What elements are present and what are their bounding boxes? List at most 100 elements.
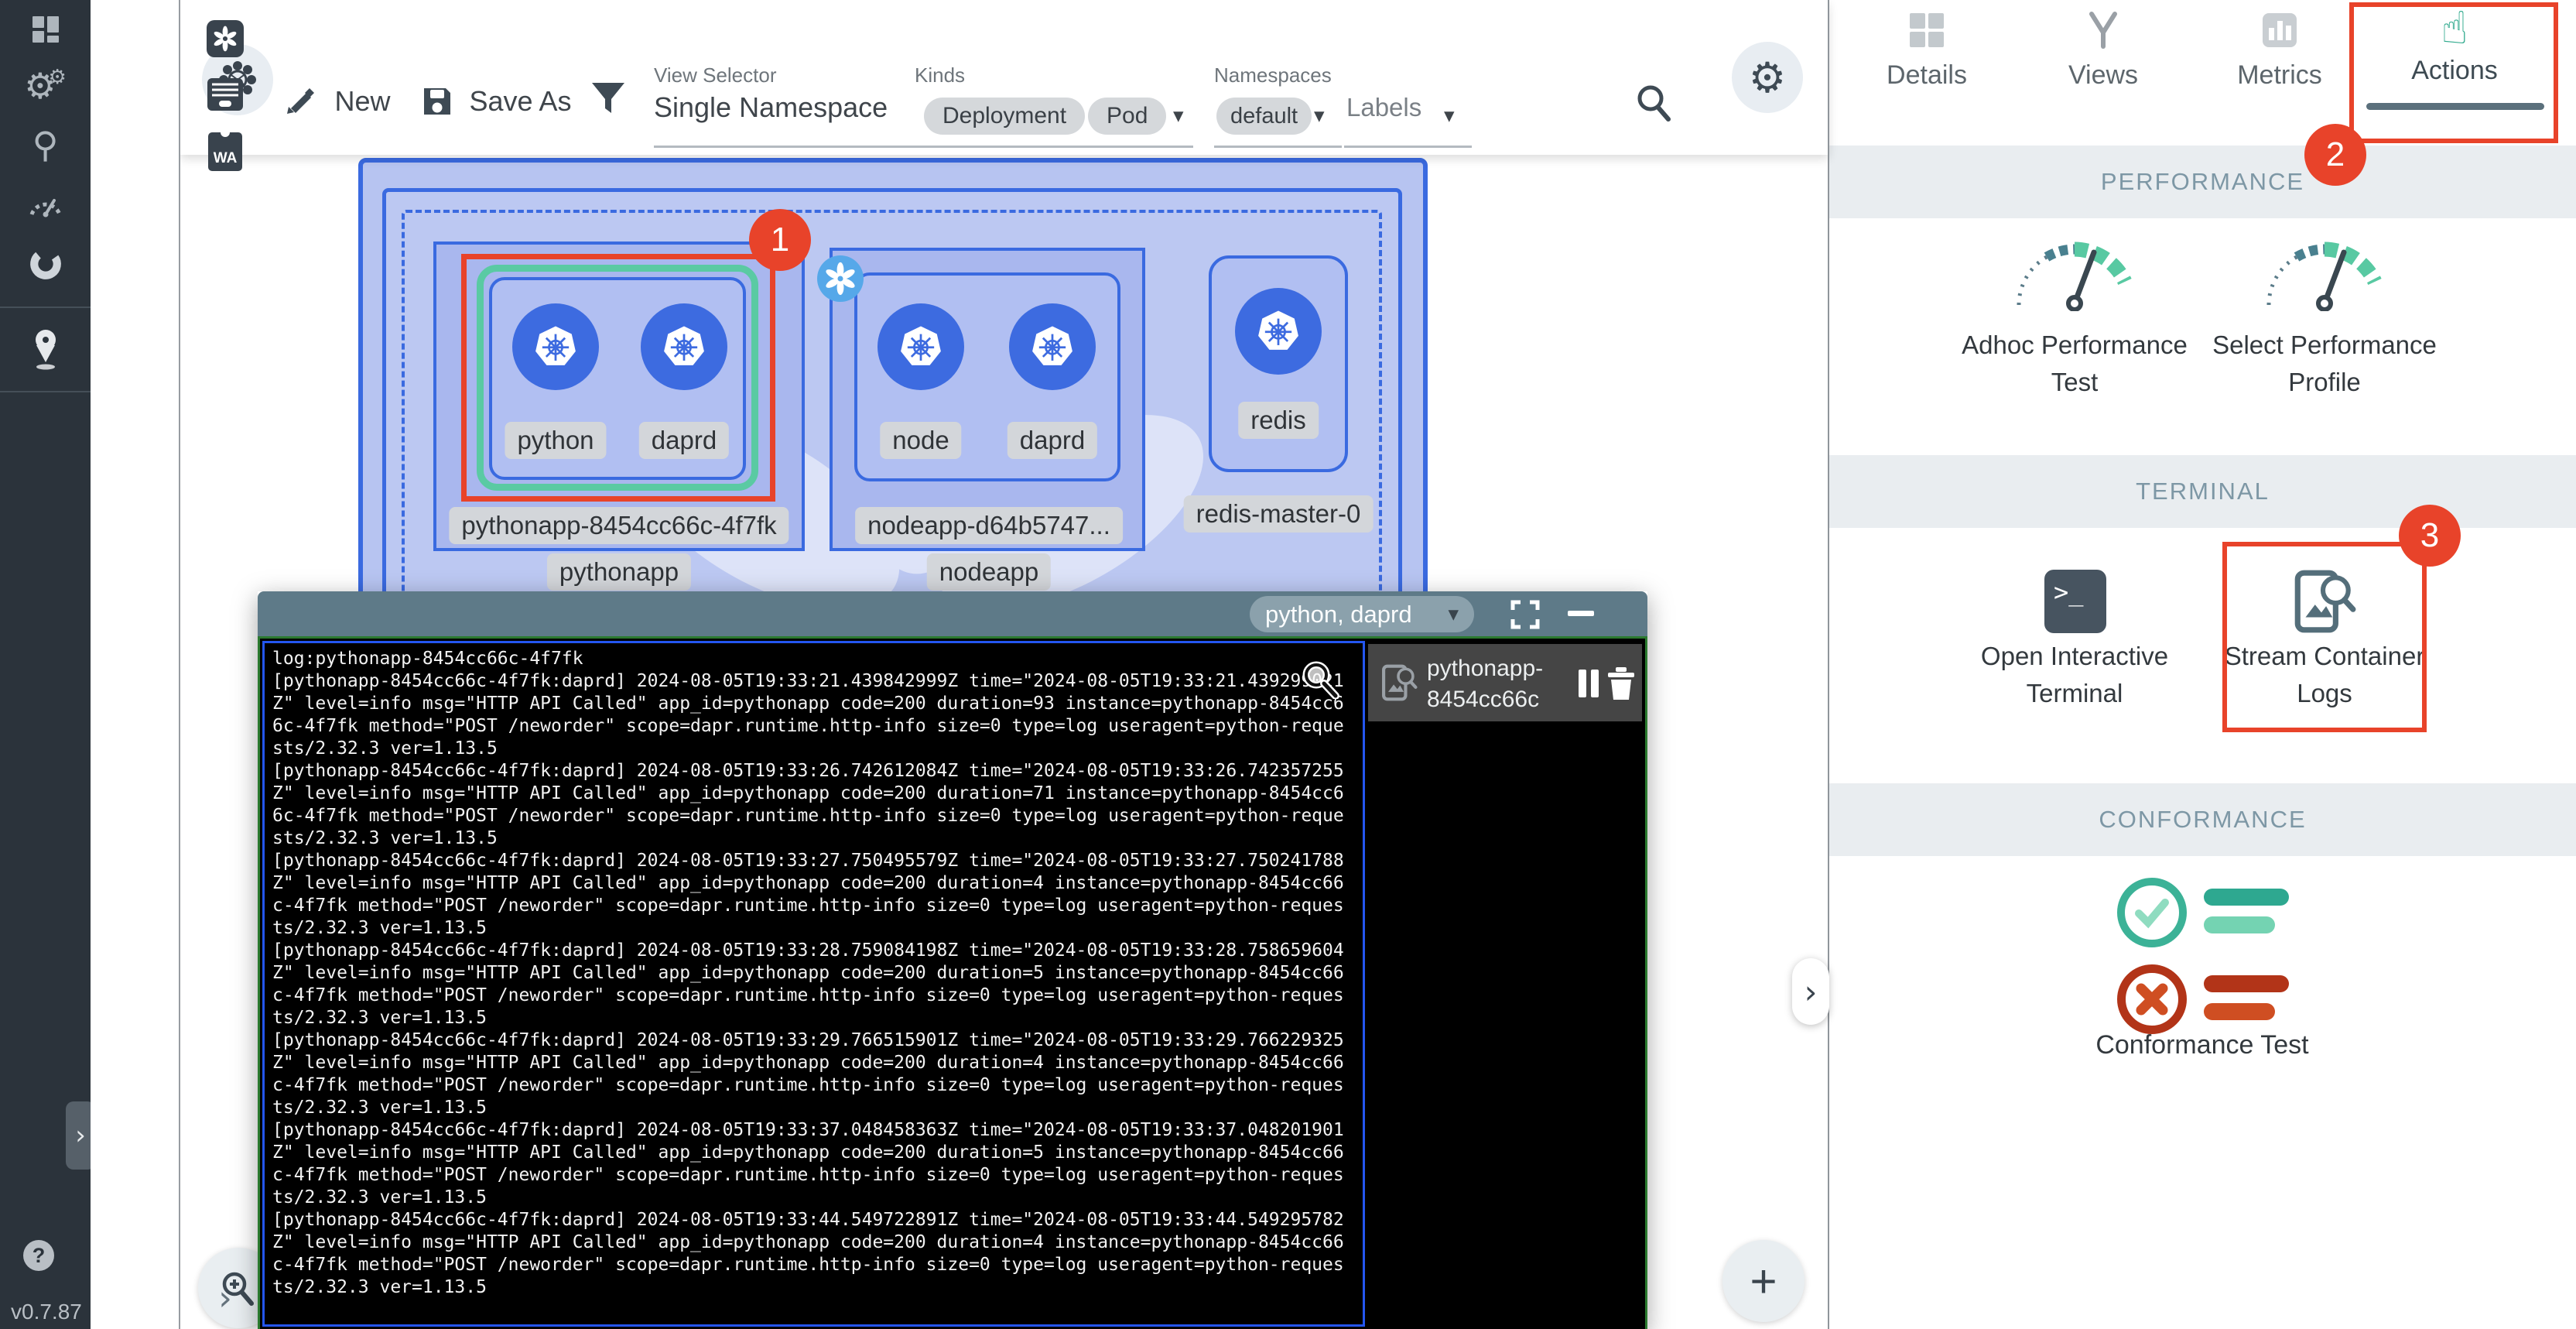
select-performance-profile-action[interactable] bbox=[2259, 229, 2390, 315]
namespace-label-pythonapp: pythonapp bbox=[547, 553, 691, 591]
magnifier-cursor-icon bbox=[1302, 660, 1340, 699]
pause-icon[interactable] bbox=[1579, 670, 1586, 697]
sidebar-item-wasm[interactable]: WA bbox=[181, 132, 269, 172]
kubernetes-icon bbox=[891, 317, 951, 377]
metrics-chart-icon bbox=[2260, 11, 2299, 50]
sidebar-divider bbox=[0, 391, 91, 392]
terminal-window: python, daprd ▾ log:pythonapp-8454cc66c-… bbox=[258, 591, 1647, 1329]
tab-metrics[interactable]: Metrics bbox=[2202, 11, 2357, 91]
trash-icon[interactable] bbox=[1606, 667, 1636, 700]
pod-label-redis: redis-master-0 bbox=[1184, 495, 1374, 533]
container-label-node: node bbox=[880, 422, 961, 459]
conformance-test-label: Conformance Test bbox=[2078, 1026, 2326, 1064]
open-interactive-terminal-action[interactable]: >_ bbox=[2044, 570, 2106, 633]
terminal-body: log:pythonapp-8454cc66c-4f7fk [pythonapp… bbox=[258, 636, 1647, 1329]
chevron-down-icon: ▾ bbox=[1448, 602, 1459, 626]
tab-views-label: Views bbox=[2026, 60, 2181, 91]
save-icon bbox=[422, 87, 452, 116]
sidebar-item-archive[interactable] bbox=[181, 76, 269, 113]
settings-button[interactable]: ⚙ bbox=[1732, 42, 1803, 113]
secondary-sidebar-expand[interactable]: › bbox=[181, 1279, 269, 1317]
terminal-prompt-icon: >_ bbox=[2054, 577, 2084, 607]
new-button[interactable]: New bbox=[285, 85, 390, 118]
sidebar-item-chaos[interactable] bbox=[0, 243, 91, 285]
sidebar-item-tools[interactable]: ⚲ bbox=[0, 125, 91, 164]
help-button[interactable]: ? bbox=[23, 1240, 54, 1271]
annotation-number: 1 bbox=[771, 221, 789, 259]
sidebar-item-dapr-app[interactable] bbox=[181, 19, 269, 59]
pod-label-pythonapp: pythonapp-8454cc66c-4f7fk bbox=[449, 507, 789, 544]
location-pin-icon bbox=[28, 328, 63, 372]
sidebar-item-performance[interactable] bbox=[0, 184, 91, 223]
namespaces-underline bbox=[1214, 146, 1342, 148]
app-root: ⚙ ⚙ ⚲ › ? v0.7.87 bbox=[0, 0, 2576, 1329]
panel-divider bbox=[1828, 0, 1829, 1329]
filter-button[interactable] bbox=[590, 80, 627, 122]
kinds-dropdown-arrow[interactable]: ▾ bbox=[1173, 104, 1184, 128]
kubernetes-icon bbox=[1022, 317, 1083, 377]
kind-chip-pod[interactable]: Pod bbox=[1088, 98, 1166, 135]
fail-line-icon bbox=[2204, 975, 2289, 992]
annotation-number: 3 bbox=[2420, 516, 2439, 555]
view-selector-dropdown[interactable]: Single Namespace ▾ bbox=[654, 91, 956, 124]
labels-input[interactable]: Labels bbox=[1346, 93, 1421, 122]
save-as-button[interactable]: Save As bbox=[422, 85, 572, 118]
gauge-icon bbox=[2259, 229, 2390, 311]
annotation-box-1 bbox=[461, 254, 775, 502]
stream-tab-pythonapp[interactable]: pythonapp- 8454cc66c bbox=[1368, 644, 1642, 721]
dapr-logo-icon bbox=[207, 20, 244, 57]
namespace-chip-default[interactable]: default bbox=[1216, 98, 1312, 135]
dapr-sidecar-badge bbox=[817, 255, 864, 302]
terminal-titlebar[interactable]: python, daprd ▾ bbox=[258, 591, 1647, 636]
tools-icon: ⚲ bbox=[32, 124, 59, 166]
kinds-underline bbox=[915, 146, 1193, 148]
views-branch-icon bbox=[2084, 11, 2123, 50]
namespaces-dropdown-arrow[interactable]: ▾ bbox=[1314, 104, 1325, 128]
terminal-section-header: TERMINAL bbox=[1829, 455, 2576, 528]
sidebar-item-dashboard[interactable] bbox=[0, 12, 91, 46]
labels-dropdown-arrow[interactable]: ▾ bbox=[1444, 104, 1455, 128]
pod-label-nodeapp: nodeapp-d64b5747... bbox=[855, 507, 1123, 544]
container-node[interactable] bbox=[877, 303, 964, 390]
dashboard-grid-icon bbox=[31, 15, 60, 44]
log-output: log:pythonapp-8454cc66c-4f7fk [pythonapp… bbox=[272, 648, 1355, 1299]
stream-list-pane: pythonapp- 8454cc66c bbox=[1365, 641, 1645, 1327]
search-icon bbox=[1634, 82, 1675, 122]
open-interactive-terminal-label: Open Interactive Terminal bbox=[1951, 638, 2198, 712]
tab-views[interactable]: Views bbox=[2026, 11, 2181, 91]
check-circle-icon bbox=[2117, 878, 2187, 947]
annotation-circle-3: 3 bbox=[2399, 505, 2461, 567]
adhoc-performance-test-action[interactable] bbox=[2009, 229, 2140, 315]
adhoc-performance-test-label: Adhoc Performance Test bbox=[1951, 327, 2198, 401]
tab-metrics-label: Metrics bbox=[2202, 60, 2357, 91]
container-redis[interactable] bbox=[1235, 288, 1322, 375]
namespaces-label: Namespaces bbox=[1214, 63, 1332, 87]
container-selector-dropdown[interactable]: python, daprd ▾ bbox=[1250, 596, 1474, 632]
pause-icon[interactable] bbox=[1591, 670, 1599, 697]
stream-tab-label: pythonapp- 8454cc66c bbox=[1427, 653, 1543, 715]
minimize-icon[interactable] bbox=[1568, 611, 1594, 616]
labels-underline bbox=[1344, 146, 1472, 148]
inbox-tray-icon bbox=[207, 77, 244, 111]
sidebar-item-locations-active[interactable] bbox=[0, 325, 91, 375]
question-mark-icon: ? bbox=[32, 1244, 46, 1268]
search-button[interactable] bbox=[1634, 82, 1675, 126]
stream-tab-line2: 8454cc66c bbox=[1427, 684, 1543, 715]
stream-logs-icon bbox=[1379, 663, 1418, 703]
add-button[interactable]: + bbox=[1722, 1240, 1805, 1322]
donut-icon bbox=[26, 245, 65, 283]
container-daprd-node[interactable] bbox=[1009, 303, 1096, 390]
gauge-icon bbox=[2009, 229, 2140, 311]
chevron-right-icon: › bbox=[1805, 973, 1818, 1011]
gauge-icon bbox=[27, 188, 64, 219]
fullscreen-icon[interactable] bbox=[1510, 600, 1540, 629]
kind-chip-deployment[interactable]: Deployment bbox=[924, 98, 1085, 135]
log-output-pane[interactable]: log:pythonapp-8454cc66c-4f7fk [pythonapp… bbox=[262, 641, 1365, 1327]
panel-collapse-handle[interactable]: › bbox=[1792, 958, 1829, 1025]
sidebar-item-settings[interactable]: ⚙ ⚙ bbox=[0, 67, 91, 105]
select-performance-profile-label: Select Performance Profile bbox=[2201, 327, 2448, 401]
version-label: v0.7.87 bbox=[11, 1300, 82, 1324]
pass-line-icon bbox=[2204, 889, 2289, 906]
chevron-right-icon: › bbox=[218, 1279, 232, 1318]
tab-details[interactable]: Details bbox=[1849, 11, 2004, 91]
